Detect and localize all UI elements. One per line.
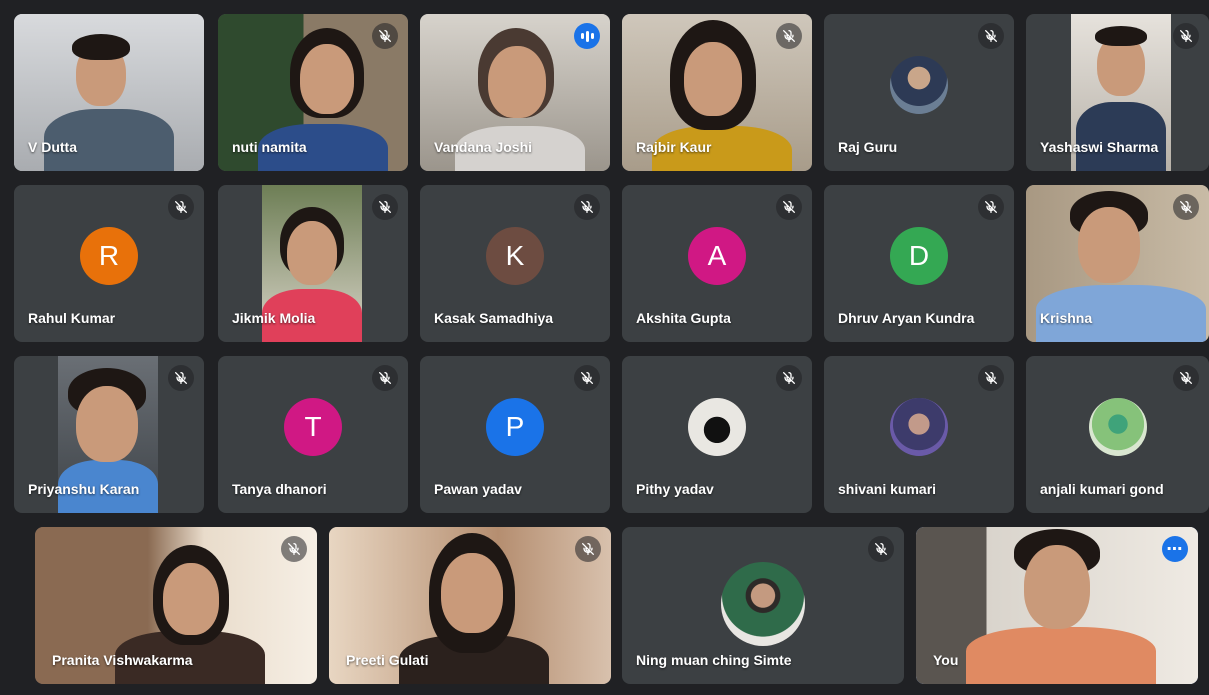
mic-off-icon — [168, 194, 194, 220]
participant-tile[interactable]: Jikmik Molia — [218, 185, 408, 342]
mic-off-icon — [281, 536, 307, 562]
participant-name: Yashaswi Sharma — [1040, 139, 1159, 155]
participant-tile[interactable]: Preeti Gulati — [329, 527, 611, 684]
participant-tile[interactable]: V Dutta — [14, 14, 204, 171]
mic-off-icon — [978, 23, 1004, 49]
participant-name: Tanya dhanori — [232, 481, 327, 497]
participant-name: Akshita Gupta — [636, 310, 731, 326]
participant-name: Rajbir Kaur — [636, 139, 712, 155]
participant-name: Pithy yadav — [636, 481, 714, 497]
mic-off-icon — [575, 536, 601, 562]
participant-name: nuti namita — [232, 139, 307, 155]
participant-name: Pranita Vishwakarma — [52, 652, 193, 668]
participant-tile[interactable]: nuti namita — [218, 14, 408, 171]
avatar: P — [486, 397, 544, 456]
participant-tile-self[interactable]: ⋯ You — [916, 527, 1198, 684]
mic-off-icon — [776, 194, 802, 220]
more-options-icon[interactable]: ⋯ — [1162, 536, 1188, 562]
participant-name: Jikmik Molia — [232, 310, 316, 326]
avatar — [721, 561, 805, 646]
participant-tile[interactable]: K Kasak Samadhiya — [420, 185, 610, 342]
mic-off-icon — [1173, 23, 1199, 49]
participant-name: shivani kumari — [838, 481, 937, 497]
participant-tile[interactable]: Yashaswi Sharma — [1026, 14, 1209, 171]
participant-name: Raj Guru — [838, 139, 898, 155]
participant-tile[interactable]: P Pawan yadav — [420, 356, 610, 513]
mic-off-icon — [372, 365, 398, 391]
avatar: A — [688, 226, 746, 285]
mic-off-icon — [1173, 194, 1199, 220]
mic-off-icon — [776, 365, 802, 391]
participant-tile[interactable]: T Tanya dhanori — [218, 356, 408, 513]
mic-off-icon — [372, 23, 398, 49]
participant-name: Pawan yadav — [434, 481, 522, 497]
participant-name: anjali kumari gond — [1040, 481, 1164, 497]
mic-off-icon — [978, 194, 1004, 220]
participant-name: Rahul Kumar — [28, 310, 116, 326]
participant-tile[interactable]: D Dhruv Aryan Kundra — [824, 185, 1014, 342]
participant-name: Priyanshu Karan — [28, 481, 140, 497]
participant-name: Preeti Gulati — [346, 652, 429, 668]
participant-tile[interactable]: Priyanshu Karan — [14, 356, 204, 513]
mic-off-icon — [868, 536, 894, 562]
participant-name: Kasak Samadhiya — [434, 310, 554, 326]
participant-tile[interactable]: Ning muan ching Simte — [622, 527, 904, 684]
participant-tile[interactable]: Krishna — [1026, 185, 1209, 342]
mic-off-icon — [168, 365, 194, 391]
participant-name: Krishna — [1040, 310, 1093, 326]
avatar — [1088, 397, 1147, 456]
participant-name: Ning muan ching Simte — [636, 652, 792, 668]
avatar: T — [284, 397, 342, 456]
participant-tile[interactable]: anjali kumari gond — [1026, 356, 1209, 513]
participant-tile[interactable]: Pithy yadav — [622, 356, 812, 513]
avatar: R — [80, 226, 138, 285]
participant-tile[interactable]: shivani kumari — [824, 356, 1014, 513]
participant-name: V Dutta — [28, 139, 77, 155]
avatar: K — [486, 226, 544, 285]
mic-off-icon — [978, 365, 1004, 391]
participant-tile[interactable]: R Rahul Kumar — [14, 185, 204, 342]
participant-tile[interactable]: Pranita Vishwakarma — [35, 527, 317, 684]
participant-name: You — [933, 652, 959, 668]
participant-name: Vandana Joshi — [434, 139, 533, 155]
participant-tile[interactable]: Vandana Joshi — [420, 14, 610, 171]
mic-off-icon — [574, 365, 600, 391]
participant-tile[interactable]: Raj Guru — [824, 14, 1014, 171]
avatar — [890, 55, 948, 114]
avatar: D — [890, 226, 948, 285]
avatar — [890, 397, 948, 456]
mic-off-icon — [372, 194, 398, 220]
participant-name: Dhruv Aryan Kundra — [838, 310, 975, 326]
mic-off-icon — [574, 194, 600, 220]
mic-off-icon — [776, 23, 802, 49]
participant-tile[interactable]: A Akshita Gupta — [622, 185, 812, 342]
avatar — [688, 397, 746, 456]
mic-off-icon — [1173, 365, 1199, 391]
participant-tile[interactable]: Rajbir Kaur — [622, 14, 812, 171]
speaking-indicator-icon — [574, 23, 600, 49]
